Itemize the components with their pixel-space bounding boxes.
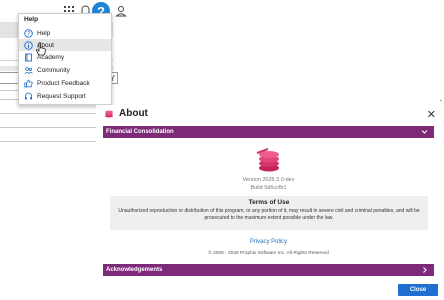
close-button[interactable]: Close: [398, 284, 438, 296]
close-icon[interactable]: ✕: [427, 108, 436, 121]
dialog-title: About: [104, 108, 148, 119]
background-edge-mark: [440, 100, 442, 101]
help-menu-item-community[interactable]: Community: [19, 64, 111, 76]
help-menu-item-label: Request Support: [37, 92, 86, 100]
terms-body: Unauthorized reproduction or distributio…: [118, 208, 420, 221]
help-circle-icon: ?: [24, 28, 33, 38]
help-menu-item-label: Help: [37, 29, 51, 37]
help-menu-item-product-feedback[interactable]: Product Feedback: [19, 77, 111, 89]
copyright-text: © 2005 - 2025 Prophix Software Inc. All …: [208, 251, 329, 256]
help-dropdown-menu: Help ? Help About Academy Community Prod…: [18, 13, 112, 105]
people-icon: [24, 66, 33, 75]
section-acknowledgements[interactable]: Acknowledgements: [103, 264, 434, 276]
info-icon: [24, 40, 33, 50]
help-menu-item-help[interactable]: ? Help: [19, 27, 111, 39]
prophix-logo-icon: [104, 110, 114, 118]
help-menu-item-academy[interactable]: Academy: [19, 51, 111, 63]
section-label: Acknowledgements: [106, 267, 163, 273]
chevron-right-icon: [421, 264, 428, 278]
thumbs-up-icon: [24, 79, 33, 88]
book-icon: [24, 53, 33, 62]
background-row-line: [0, 113, 96, 114]
section-financial-consolidation[interactable]: Financial Consolidation: [103, 126, 434, 138]
help-menu-item-request-support[interactable]: Request Support: [19, 90, 111, 102]
help-menu-item-label: Product Feedback: [37, 79, 90, 87]
headset-icon: [24, 92, 33, 101]
dialog-title-text: About: [119, 108, 148, 119]
help-menu-item-about[interactable]: About: [19, 39, 111, 51]
chevron-down-icon: [421, 126, 428, 140]
background-row-line: [0, 127, 96, 128]
about-dialog: About ✕ Financial Consolidation Version …: [96, 105, 444, 300]
terms-box: Terms of Use Unauthorized reproduction o…: [110, 196, 428, 230]
privacy-policy-link[interactable]: Privacy Policy: [103, 239, 434, 245]
version-text: Version 2025.3.0-dev: [242, 177, 295, 183]
build-text: Build 5d6ccfb1: [250, 185, 287, 191]
help-menu-header: Help: [24, 16, 39, 23]
terms-title: Terms of Use: [248, 199, 290, 206]
hand-cursor-icon: [35, 42, 47, 56]
section-label: Financial Consolidation: [106, 129, 174, 135]
product-logo-icon: [254, 147, 282, 173]
user-icon[interactable]: [112, 2, 130, 20]
help-menu-item-label: Community: [37, 66, 70, 74]
background-row-line: [0, 141, 96, 142]
